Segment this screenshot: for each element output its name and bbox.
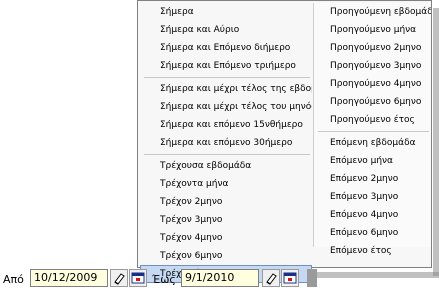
- eraser-icon: [266, 273, 277, 285]
- menu-item-right[interactable]: Προηγούμενο 2μηνο: [314, 39, 431, 57]
- menu-item-left[interactable]: Τρέχον 3μηνο: [140, 211, 312, 229]
- menu-separator: [144, 154, 310, 155]
- menu-item-left[interactable]: Τρέχον 4μηνο: [140, 229, 312, 247]
- from-date-input[interactable]: 10/12/2009: [30, 269, 108, 287]
- date-range-preset-menu: Σήμερα Σήμερα και Αύριο Σήμερα και Επόμενο…: [137, 0, 432, 283]
- menu-item-left[interactable]: Τρέχοντα μήνα: [140, 175, 312, 193]
- menu-item-right[interactable]: Προηγούμενο μήνα: [314, 21, 431, 39]
- menu-separator: [318, 131, 429, 132]
- menu-item-left[interactable]: Τρέχον 2μηνο: [140, 193, 312, 211]
- menu-shadow: [433, 8, 439, 276]
- menu-item-right[interactable]: Προηγούμενο 6μηνο: [314, 93, 431, 111]
- menu-item-left[interactable]: Σήμερα και Επόμενο διήμερο: [140, 39, 312, 57]
- menu-item-left[interactable]: Σήμερα και επόμενο 15νθήμερο: [140, 116, 312, 134]
- to-label: Έως: [152, 273, 176, 286]
- menu-item-left[interactable]: Τρέχουσα εβδομάδα: [140, 157, 312, 175]
- from-label: Από: [3, 273, 24, 286]
- menu-item-left[interactable]: Σήμερα και Αύριο: [140, 21, 312, 39]
- clear-to-date-button[interactable]: [262, 269, 280, 287]
- menu-item-right[interactable]: Προηγούμενο 4μηνο: [314, 75, 431, 93]
- menu-item-left[interactable]: Σήμερα και Επόμενο τριήμερο: [140, 57, 312, 75]
- menu-item-left[interactable]: Σήμερα και μέχρι τέλος του μηνός: [140, 98, 312, 116]
- from-calendar-button[interactable]: [129, 269, 147, 287]
- menu-item-right[interactable]: Προηγούμενο 3μηνο: [314, 57, 431, 75]
- menu-item-right[interactable]: Επόμενο έτος: [314, 242, 431, 260]
- menu-item-left[interactable]: Σήμερα και επόμενο 30ήμερο: [140, 134, 312, 152]
- eraser-icon: [114, 273, 125, 285]
- menu-separator: [144, 77, 310, 78]
- menu-item-right[interactable]: Επόμενο 4μηνο: [314, 206, 431, 224]
- to-date-input[interactable]: 9/1/2010: [181, 269, 259, 287]
- menu-item-left[interactable]: Σήμερα: [140, 3, 312, 21]
- date-filter-bar: Από 10/12/2009 Έως 9/1/2010: [0, 268, 439, 291]
- menu-item-right[interactable]: Επόμενο 2μηνο: [314, 170, 431, 188]
- calendar-icon: [131, 272, 145, 284]
- menu-item-right[interactable]: Επόμενο 3μηνο: [314, 188, 431, 206]
- menu-column-previous-next-periods: Προηγούμενη εβδομάδα Προηγούμενο μήνα Προη…: [313, 3, 431, 256]
- calendar-icon: [283, 272, 297, 284]
- menu-item-left[interactable]: Σήμερα και μέχρι τέλος της εβδομάδας: [140, 80, 312, 98]
- menu-item-right[interactable]: Προηγούμενη εβδομάδα: [314, 3, 431, 21]
- menu-column-current-periods: Σήμερα Σήμερα και Αύριο Σήμερα και Επόμενο…: [140, 3, 312, 283]
- clear-from-date-button[interactable]: [110, 269, 128, 287]
- menu-item-right[interactable]: Επόμενο μήνα: [314, 152, 431, 170]
- menu-item-right[interactable]: Προηγούμενο έτος: [314, 111, 431, 129]
- dropdown-toggle[interactable]: [307, 269, 317, 287]
- menu-item-right[interactable]: Επόμενη εβδομάδα: [314, 134, 431, 152]
- to-calendar-button[interactable]: [281, 269, 299, 287]
- menu-item-right[interactable]: Επόμενο 6μηνο: [314, 224, 431, 242]
- menu-item-left[interactable]: Τρέχον 6μηνο: [140, 247, 312, 265]
